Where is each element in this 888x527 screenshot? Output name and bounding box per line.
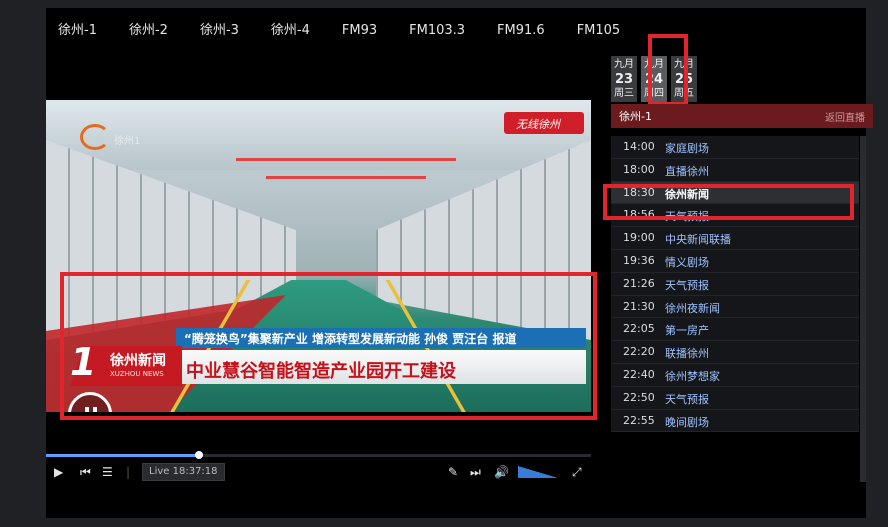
date-25[interactable]: 九月 25 周五 [671, 56, 697, 102]
tab-fm93[interactable]: FM93 [342, 20, 391, 42]
playlist-icon[interactable]: ☰ [102, 464, 113, 480]
tab-fm103-3[interactable]: FM103.3 [409, 20, 479, 42]
edit-icon[interactable]: ✎ [448, 464, 458, 480]
progress-handle[interactable] [194, 451, 203, 459]
schedule-program: 晚间剧场 [665, 415, 709, 429]
schedule-program: 家庭剧场 [665, 142, 709, 155]
schedule-time: 21:26 [623, 276, 655, 290]
skip-icon[interactable]: ⏭ [470, 464, 481, 480]
date-day: 24 [644, 72, 664, 87]
schedule-row[interactable]: 22:40 徐州梦想家 [611, 363, 859, 387]
schedule-row[interactable]: 19:00 中央新闻联播 [611, 227, 859, 250]
progress-bar[interactable] [46, 451, 591, 459]
schedule-time: 14:00 [623, 140, 655, 153]
schedule-time: 22:50 [623, 390, 655, 404]
player-controls: ▶ ⏮ ☰ | Live 18:37:18 ✎ ⏭ 🔊 ⤢ [46, 460, 591, 484]
schedule-program: 天气预报 [665, 392, 709, 406]
tab-xuzhou-4[interactable]: 徐州-4 [271, 20, 324, 42]
schedule-row[interactable]: 21:30 徐州夜新闻 [611, 295, 859, 319]
tab-xuzhou-1[interactable]: 徐州-1 [58, 20, 111, 42]
schedule-row[interactable]: 22:20 联播徐州 [611, 341, 859, 364]
date-day: 23 [614, 72, 634, 87]
channel-header-name: 徐州-1 [619, 110, 652, 123]
schedule-time: 18:56 [623, 208, 655, 222]
schedule-row[interactable]: 19:36 情义剧场 [611, 249, 859, 273]
channel-logo-icon [80, 124, 110, 150]
live-time: 18:37:18 [172, 466, 218, 477]
schedule-program: 第一房产 [665, 324, 709, 338]
subtitle-text: “腾笼换鸟”集聚新产业 增添转型发展新动能 孙俊 贾汪台 报道 [184, 332, 517, 346]
schedule-program: 情义剧场 [665, 255, 709, 269]
schedule-row[interactable]: 18:00 直播徐州 [611, 158, 859, 182]
schedule-time: 22:55 [623, 413, 655, 427]
video-frame[interactable]: 徐州1 无线徐州 “腾笼换鸟”集聚新产业 增添转型发展新动能 孙俊 贾汪台 报道… [46, 100, 591, 412]
progress-fill [46, 454, 199, 457]
schedule-program: 天气预报 [665, 210, 709, 224]
schedule-program: 徐州梦想家 [665, 369, 720, 383]
schedule-row[interactable]: 22:50 天气预报 [611, 386, 859, 410]
news-badge-number: 1 [70, 340, 97, 384]
schedule-time: 19:00 [623, 231, 655, 245]
schedule-scrollbar[interactable] [860, 136, 866, 482]
video-cabinets-right [376, 140, 591, 340]
schedule-time: 18:00 [623, 162, 655, 176]
program-schedule: 14:00 家庭剧场 18:00 直播徐州 18:30 徐州新闻 18:56 天气预报 … [611, 136, 859, 433]
schedule-time: 22:20 [623, 345, 655, 359]
divider: | [126, 465, 131, 479]
schedule-program: 联播徐州 [665, 347, 709, 361]
schedule-row[interactable]: 18:56 天气预报 [611, 204, 859, 228]
news-badge-title: 徐州新闻 [110, 353, 166, 369]
date-picker: 九月 23 周三 九月 24 周四 九月 25 周五 [611, 56, 697, 102]
schedule-row[interactable]: 22:05 第一房产 [611, 318, 859, 342]
date-day: 25 [674, 72, 694, 87]
schedule-time: 21:30 [623, 299, 655, 313]
schedule-program: 徐州新闻 [665, 187, 709, 201]
date-month: 九月 [614, 59, 634, 70]
channel-tabs: 徐州-1 徐州-2 徐州-3 徐州-4 FM93 FM103.3 FM91.6 … [58, 20, 652, 42]
schedule-program: 直播徐州 [665, 164, 709, 178]
volume-slider[interactable] [518, 466, 558, 478]
schedule-time: 19:36 [623, 253, 655, 267]
live-label: Live [149, 466, 170, 477]
schedule-time: 18:30 [623, 185, 655, 199]
schedule-row[interactable]: 21:26 天气预报 [611, 272, 859, 296]
news-badge-sub: XUZHOU NEWS [110, 370, 164, 378]
channel-header: 徐州-1 返回直播 [611, 104, 873, 128]
volume-icon[interactable]: 🔊 [494, 464, 509, 480]
headline-text: 中业慧谷智能智造产业园开工建设 [186, 361, 456, 382]
date-weekday: 周五 [674, 88, 694, 99]
schedule-program: 中央新闻联播 [665, 233, 731, 247]
prev-icon[interactable]: ⏮ [80, 464, 91, 480]
schedule-row[interactable]: 14:00 家庭剧场 [611, 136, 859, 159]
schedule-program: 徐州夜新闻 [665, 301, 720, 315]
watermark-logo-text: 无线徐州 [516, 118, 560, 131]
date-23[interactable]: 九月 23 周三 [611, 56, 637, 102]
tab-fm105[interactable]: FM105 [577, 20, 635, 42]
schedule-row[interactable]: 22:55 晚间剧场 [611, 409, 859, 433]
channel-logo-text: 徐州1 [114, 136, 141, 147]
date-month: 九月 [674, 59, 694, 70]
date-24[interactable]: 九月 24 周四 [641, 56, 667, 102]
schedule-time: 22:05 [623, 322, 655, 336]
play-icon[interactable]: ▶ [54, 464, 63, 480]
date-weekday: 周三 [614, 88, 634, 99]
tab-xuzhou-3[interactable]: 徐州-3 [200, 20, 253, 42]
back-to-live-link[interactable]: 返回直播 [825, 109, 865, 124]
tab-xuzhou-2[interactable]: 徐州-2 [129, 20, 182, 42]
schedule-row-current[interactable]: 18:30 徐州新闻 [611, 181, 859, 205]
fullscreen-icon[interactable]: ⤢ [572, 464, 582, 480]
live-time-display: Live 18:37:18 [142, 463, 225, 481]
date-weekday: 周四 [644, 88, 664, 99]
schedule-program: 天气预报 [665, 278, 709, 292]
date-month: 九月 [644, 59, 664, 70]
video-beam [236, 158, 456, 161]
schedule-time: 22:40 [623, 367, 655, 381]
video-beam [266, 176, 426, 179]
tab-fm91-6[interactable]: FM91.6 [497, 20, 559, 42]
